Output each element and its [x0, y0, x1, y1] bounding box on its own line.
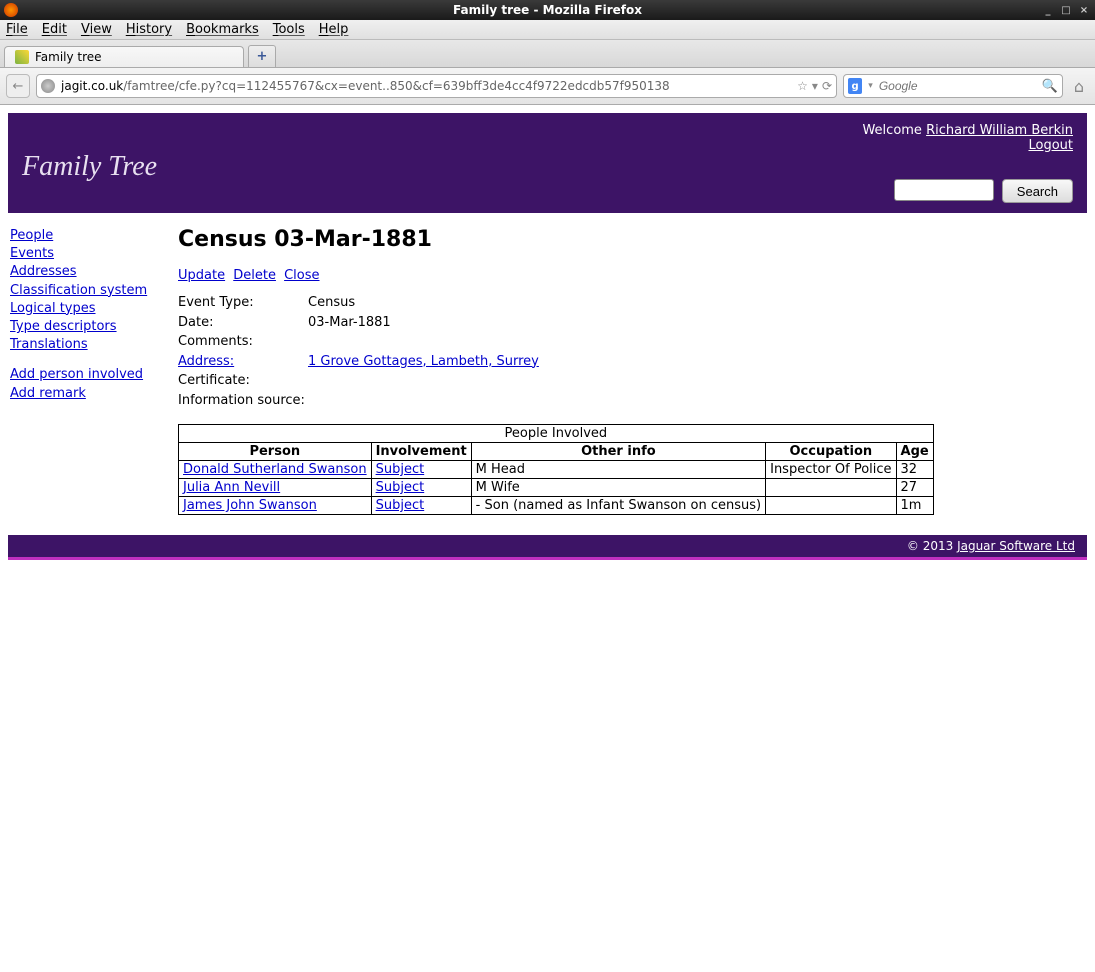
menu-help[interactable]: Help: [319, 22, 349, 37]
site-search-button[interactable]: Search: [1002, 179, 1073, 203]
involvement-link[interactable]: Subject: [376, 462, 425, 477]
globe-icon: [41, 79, 55, 93]
menu-history[interactable]: History: [126, 22, 172, 37]
th-person: Person: [179, 443, 372, 461]
label-event-type: Event Type:: [178, 293, 308, 313]
url-text: jagit.co.uk/famtree/cfe.py?cq=112455767&…: [61, 79, 791, 93]
google-icon: g: [848, 78, 862, 94]
menubar: File Edit View History Bookmarks Tools H…: [0, 20, 1095, 40]
dropdown-icon[interactable]: ▾: [812, 79, 818, 93]
tabstrip: Family tree +: [0, 40, 1095, 68]
label-address-link[interactable]: Address:: [178, 354, 234, 369]
th-occupation: Occupation: [766, 443, 896, 461]
th-age: Age: [896, 443, 933, 461]
sidebar-action-add-remark[interactable]: Add remark: [10, 385, 158, 403]
back-button[interactable]: ←: [6, 74, 30, 98]
label-date: Date:: [178, 313, 308, 333]
navbar: ← jagit.co.uk/famtree/cfe.py?cq=11245576…: [0, 68, 1095, 105]
label-source: Information source:: [178, 391, 308, 411]
th-involvement: Involvement: [371, 443, 471, 461]
table-caption: People Involved: [179, 425, 934, 443]
menu-edit[interactable]: Edit: [42, 22, 67, 37]
logout-link[interactable]: Logout: [1028, 138, 1073, 153]
window-title: Family tree - Mozilla Firefox: [453, 3, 642, 17]
th-other: Other info: [471, 443, 765, 461]
sidebar-action-add-person[interactable]: Add person involved: [10, 366, 158, 384]
event-details: Event Type:Census Date:03-Mar-1881 Comme…: [178, 293, 1087, 410]
cell-age: 32: [896, 461, 933, 479]
people-involved-table: People Involved Person Involvement Other…: [178, 424, 934, 515]
tab-favicon: [15, 50, 29, 64]
sidebar-item-people[interactable]: People: [10, 227, 158, 245]
menu-view[interactable]: View: [81, 22, 112, 37]
table-row: Donald Sutherland Swanson Subject M Head…: [179, 461, 934, 479]
involvement-link[interactable]: Subject: [376, 498, 425, 513]
delete-link[interactable]: Delete: [233, 268, 276, 283]
involvement-link[interactable]: Subject: [376, 480, 425, 495]
copyright-text: © 2013: [907, 539, 957, 553]
sidebar-item-translations[interactable]: Translations: [10, 336, 158, 354]
site-footer: © 2013 Jaguar Software Ltd: [8, 535, 1087, 560]
company-link[interactable]: Jaguar Software Ltd: [957, 539, 1075, 553]
sidebar-item-classification[interactable]: Classification system: [10, 282, 158, 300]
firefox-icon: [4, 3, 18, 17]
label-comments: Comments:: [178, 332, 308, 352]
cell-age: 27: [896, 479, 933, 497]
cell-other: M Wife: [471, 479, 765, 497]
cell-occupation: [766, 479, 896, 497]
reload-icon[interactable]: ⟳: [822, 79, 832, 93]
value-address-link[interactable]: 1 Grove Gottages, Lambeth, Surrey: [308, 354, 539, 369]
sidebar-item-logical-types[interactable]: Logical types: [10, 300, 158, 318]
welcome-prefix: Welcome: [862, 123, 926, 138]
sidebar-item-addresses[interactable]: Addresses: [10, 263, 158, 281]
sidebar: People Events Addresses Classification s…: [8, 227, 158, 515]
label-certificate: Certificate:: [178, 371, 308, 391]
page-title: Census 03-Mar-1881: [178, 227, 1087, 252]
menu-bookmarks[interactable]: Bookmarks: [186, 22, 259, 37]
sidebar-item-type-descriptors[interactable]: Type descriptors: [10, 318, 158, 336]
cell-occupation: Inspector Of Police: [766, 461, 896, 479]
tab-label: Family tree: [35, 50, 102, 64]
table-row: Julia Ann Nevill Subject M Wife 27: [179, 479, 934, 497]
cell-age: 1m: [896, 497, 933, 515]
cell-other: M Head: [471, 461, 765, 479]
maximize-icon[interactable]: □: [1059, 3, 1073, 17]
person-link[interactable]: Donald Sutherland Swanson: [183, 462, 367, 477]
search-bar[interactable]: g ▾ 🔍: [843, 74, 1063, 98]
value-event-type: Census: [308, 293, 355, 313]
browser-tab[interactable]: Family tree: [4, 46, 244, 67]
bookmark-icon[interactable]: ☆: [797, 79, 808, 93]
site-search-input[interactable]: [894, 179, 994, 201]
user-link[interactable]: Richard William Berkin: [926, 123, 1073, 138]
record-actions: Update Delete Close: [178, 268, 1087, 283]
table-header-row: Person Involvement Other info Occupation…: [179, 443, 934, 461]
window-titlebar: Family tree - Mozilla Firefox _ □ ×: [0, 0, 1095, 20]
update-link[interactable]: Update: [178, 268, 225, 283]
url-bar[interactable]: jagit.co.uk/famtree/cfe.py?cq=112455767&…: [36, 74, 837, 98]
main-content: Census 03-Mar-1881 Update Delete Close E…: [178, 227, 1087, 515]
menu-file[interactable]: File: [6, 22, 28, 37]
person-link[interactable]: Julia Ann Nevill: [183, 480, 280, 495]
person-link[interactable]: James John Swanson: [183, 498, 317, 513]
menu-tools[interactable]: Tools: [273, 22, 305, 37]
value-date: 03-Mar-1881: [308, 313, 391, 333]
welcome-block: Welcome Richard William Berkin Logout: [862, 123, 1073, 153]
close-link[interactable]: Close: [284, 268, 319, 283]
home-icon[interactable]: ⌂: [1069, 76, 1089, 96]
close-icon[interactable]: ×: [1077, 3, 1091, 17]
search-icon[interactable]: 🔍: [1042, 79, 1058, 94]
minimize-icon[interactable]: _: [1041, 3, 1055, 17]
table-row: James John Swanson Subject - Son (named …: [179, 497, 934, 515]
browser-search-input[interactable]: [879, 79, 1036, 93]
sidebar-item-events[interactable]: Events: [10, 245, 158, 263]
new-tab-button[interactable]: +: [248, 45, 276, 67]
site-banner: Welcome Richard William Berkin Logout Fa…: [8, 113, 1087, 213]
cell-occupation: [766, 497, 896, 515]
search-dropdown-icon[interactable]: ▾: [868, 81, 873, 91]
cell-other: - Son (named as Infant Swanson on census…: [471, 497, 765, 515]
